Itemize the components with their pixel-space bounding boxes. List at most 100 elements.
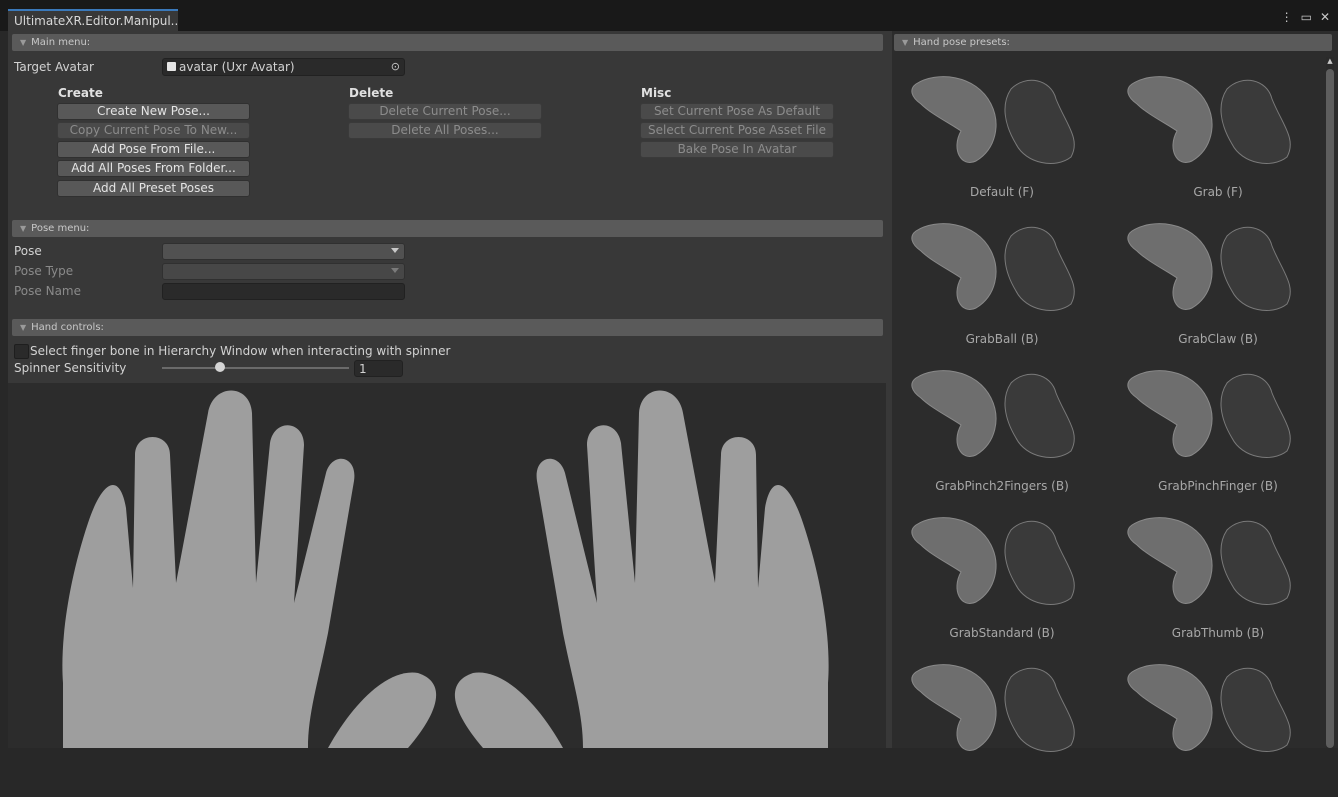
- more-options-icon[interactable]: ⋮: [1281, 10, 1293, 24]
- foldout-triangle-icon: ▼: [902, 38, 909, 47]
- create-new-pose-button[interactable]: Create New Pose...: [57, 103, 250, 120]
- prefab-icon: [167, 62, 176, 71]
- main-menu-header[interactable]: ▼ Main menu:: [12, 34, 883, 51]
- spinner-sensitivity-label: Spinner Sensitivity: [14, 361, 127, 375]
- hand-pose-thumbnail: [1127, 223, 1291, 311]
- window-tab[interactable]: UltimateXR.Editor.Manipul...: [8, 9, 178, 31]
- hand-render-back: [911, 76, 997, 163]
- hand-render-front: [1004, 667, 1075, 752]
- scrollbar-thumb[interactable]: [1326, 69, 1334, 748]
- pose-name-input[interactable]: [162, 283, 405, 300]
- sensitivity-input[interactable]: 1: [354, 360, 403, 377]
- preset-item[interactable]: [898, 657, 1106, 797]
- preset-label: Default (F): [970, 185, 1034, 199]
- scroll-up-icon[interactable]: ▲: [1326, 57, 1334, 65]
- right-hand-silhouette[interactable]: [536, 390, 829, 749]
- pose-menu-header-label: Pose menu:: [31, 223, 90, 234]
- right-thumb-silhouette[interactable]: [454, 672, 563, 748]
- misc-title: Misc: [641, 86, 672, 100]
- pose-menu-header[interactable]: ▼ Pose menu:: [12, 220, 883, 237]
- hand-pose-thumbnail: [911, 370, 1075, 458]
- hand-render-front: [1220, 79, 1291, 164]
- finger-bone-checkbox[interactable]: [14, 344, 29, 359]
- preset-label: GrabBall (B): [965, 332, 1039, 346]
- chevron-down-icon: [391, 268, 399, 273]
- hand-render-back: [1127, 664, 1213, 751]
- hand-pose-thumbnail: [1127, 664, 1291, 752]
- hand-canvas[interactable]: [8, 383, 886, 748]
- hand-render-back: [1127, 223, 1213, 310]
- foldout-triangle-icon: ▼: [20, 38, 27, 47]
- tab-bar: UltimateXR.Editor.Manipul... ⋮ ▭ ✕: [0, 0, 1338, 31]
- pose-name-label: Pose Name: [14, 284, 82, 298]
- right-hand-palm: [536, 390, 829, 748]
- hand-pose-thumbnail: [911, 76, 1075, 164]
- preset-item[interactable]: GrabStandard (B): [898, 510, 1106, 650]
- hand-render-front: [1004, 226, 1075, 311]
- left-hand-silhouette[interactable]: [62, 390, 355, 749]
- hand-render-front: [1220, 226, 1291, 311]
- preset-item[interactable]: [1114, 657, 1322, 797]
- preset-label: GrabStandard (B): [949, 626, 1055, 640]
- hand-pose-presets-panel: ▼ Hand pose presets: Default (F) Grab (F) G…: [892, 31, 1338, 752]
- preset-label: Grab (F): [1193, 185, 1243, 199]
- left-thumb-silhouette[interactable]: [328, 672, 437, 748]
- bake-pose-in-avatar-button[interactable]: Bake Pose In Avatar: [640, 141, 834, 158]
- close-icon[interactable]: ✕: [1320, 10, 1330, 24]
- sensitivity-slider-handle[interactable]: [214, 362, 225, 372]
- hand-render-front: [1220, 373, 1291, 458]
- maximize-icon[interactable]: ▭: [1301, 10, 1312, 24]
- pose-type-label: Pose Type: [14, 264, 74, 278]
- add-all-preset-poses-button[interactable]: Add All Preset Poses: [57, 180, 250, 197]
- delete-current-pose-button[interactable]: Delete Current Pose...: [348, 103, 542, 120]
- main-menu-header-label: Main menu:: [31, 37, 91, 48]
- hand-render-back: [1127, 76, 1213, 163]
- hand-pose-thumbnail: [1127, 370, 1291, 458]
- hand-render-back: [911, 664, 997, 751]
- delete-title: Delete: [349, 86, 394, 100]
- hand-render-front: [1220, 667, 1291, 752]
- preset-item[interactable]: Grab (F): [1114, 69, 1322, 209]
- target-avatar-value: avatar (Uxr Avatar): [179, 60, 295, 74]
- window-controls: ⋮ ▭ ✕: [1281, 10, 1330, 24]
- preset-item[interactable]: GrabPinchFinger (B): [1114, 363, 1322, 503]
- hand-render-front: [1004, 520, 1075, 605]
- hand-pose-thumbnail: [911, 223, 1075, 311]
- pose-label: Pose: [14, 244, 42, 258]
- add-all-poses-from-folder-button[interactable]: Add All Poses From Folder...: [57, 160, 250, 177]
- pose-type-dropdown[interactable]: [162, 263, 405, 280]
- presets-scrollbar[interactable]: ▲: [1326, 57, 1334, 748]
- hand-render-back: [1127, 370, 1213, 457]
- create-title: Create: [58, 86, 103, 100]
- preset-label: GrabPinch2Fingers (B): [935, 479, 1069, 493]
- preset-item[interactable]: Default (F): [898, 69, 1106, 209]
- preset-item[interactable]: GrabClaw (B): [1114, 216, 1322, 356]
- add-pose-from-file-button[interactable]: Add Pose From File...: [57, 141, 250, 158]
- hand-pose-thumbnail: [1127, 517, 1291, 605]
- hand-render-back: [911, 517, 997, 604]
- hand-render-front: [1004, 79, 1075, 164]
- presets-header-label: Hand pose presets:: [913, 37, 1010, 48]
- object-picker-icon[interactable]: ⊙: [391, 59, 400, 75]
- editor-content: ▼ Main menu: Target Avatar avatar (Uxr Av…: [8, 31, 1338, 752]
- copy-current-pose-button[interactable]: Copy Current Pose To New...: [57, 122, 250, 139]
- presets-header[interactable]: ▼ Hand pose presets:: [894, 34, 1332, 51]
- hand-render-back: [1127, 517, 1213, 604]
- sensitivity-slider-track[interactable]: [162, 367, 349, 369]
- pose-dropdown[interactable]: [162, 243, 405, 260]
- finger-bone-checkbox-label: Select finger bone in Hierarchy Window w…: [30, 344, 451, 358]
- hand-render-front: [1220, 520, 1291, 605]
- delete-all-poses-button[interactable]: Delete All Poses...: [348, 122, 542, 139]
- hand-render-front: [1004, 373, 1075, 458]
- select-pose-asset-file-button[interactable]: Select Current Pose Asset File: [640, 122, 834, 139]
- preset-item[interactable]: GrabBall (B): [898, 216, 1106, 356]
- preset-item[interactable]: GrabThumb (B): [1114, 510, 1322, 650]
- set-current-pose-default-button[interactable]: Set Current Pose As Default: [640, 103, 834, 120]
- hand-controls-header-label: Hand controls:: [31, 322, 104, 333]
- hand-pose-thumbnail: [911, 664, 1075, 752]
- hand-pose-thumbnail: [911, 517, 1075, 605]
- preset-label: GrabClaw (B): [1178, 332, 1258, 346]
- hand-controls-header[interactable]: ▼ Hand controls:: [12, 319, 883, 336]
- target-avatar-field[interactable]: avatar (Uxr Avatar) ⊙: [162, 58, 405, 76]
- preset-item[interactable]: GrabPinch2Fingers (B): [898, 363, 1106, 503]
